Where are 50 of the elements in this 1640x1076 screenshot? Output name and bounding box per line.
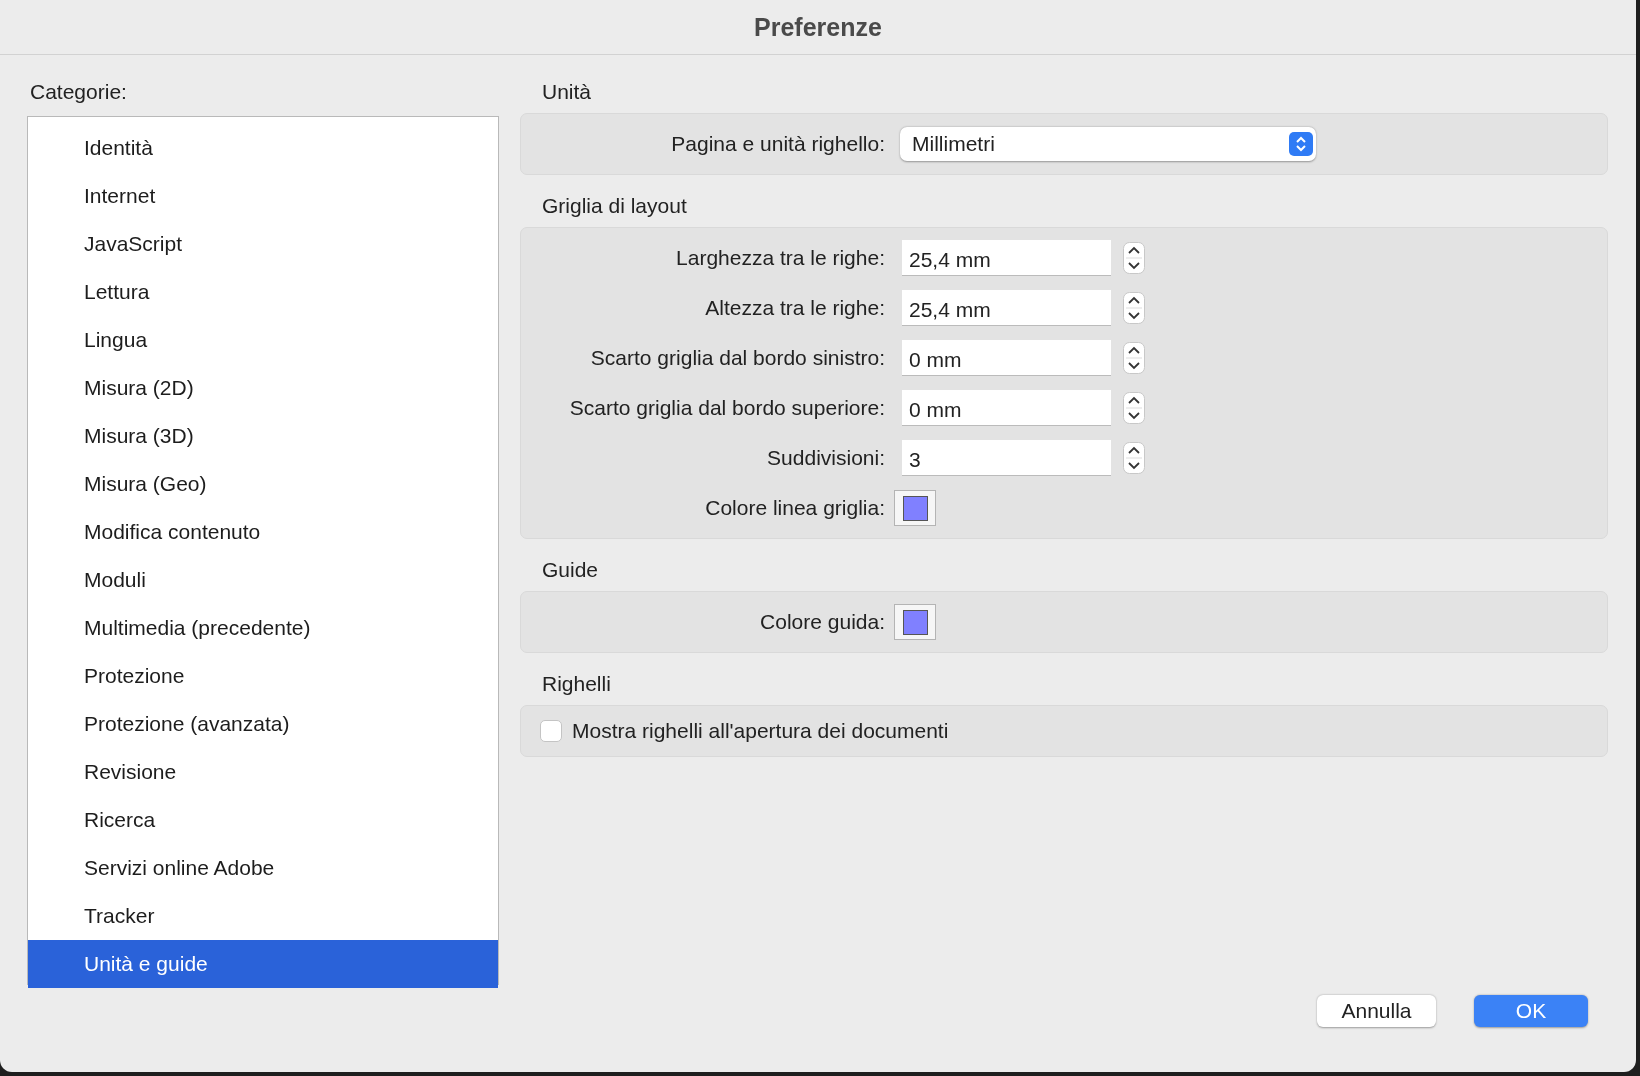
field-label: Larghezza tra le righe: <box>675 246 886 270</box>
category-item[interactable]: Moduli <box>28 556 498 604</box>
category-item[interactable]: Misura (2D) <box>28 364 498 412</box>
input-field[interactable]: 25,4 mm <box>902 290 1111 326</box>
category-item[interactable]: Misura (3D) <box>28 412 498 460</box>
category-item[interactable]: Internet <box>28 172 498 220</box>
category-item[interactable]: Ricerca <box>28 796 498 844</box>
checkbox-label: Mostra righelli all'apertura dei documenti <box>572 719 949 743</box>
chevron-up-down-icon <box>1289 132 1313 156</box>
section-title: Griglia di layout <box>541 193 688 219</box>
checkbox[interactable] <box>540 720 562 742</box>
stepper-control[interactable] <box>1123 242 1145 274</box>
color-well[interactable] <box>894 490 936 526</box>
category-item[interactable]: Servizi online Adobe <box>28 844 498 892</box>
window-title: Preferenze <box>754 12 882 42</box>
category-item[interactable]: Misura (Geo) <box>28 460 498 508</box>
field-label: Suddivisioni: <box>766 446 886 470</box>
field-label: Colore guida: <box>759 610 886 634</box>
color-well[interactable] <box>894 604 936 640</box>
field-label: Pagina e unità righello: <box>670 132 886 156</box>
ok-button[interactable]: OK <box>1474 995 1588 1027</box>
section-title: Righelli <box>541 671 612 697</box>
stepper-control[interactable] <box>1123 442 1145 474</box>
input-field[interactable]: 3 <box>902 440 1111 476</box>
field-label: Scarto griglia dal bordo superiore: <box>568 396 886 420</box>
input-field[interactable]: 0 mm <box>902 340 1111 376</box>
field-label: Altezza tra le righe: <box>704 296 886 320</box>
input-field[interactable]: 0 mm <box>902 390 1111 426</box>
cancel-button[interactable]: Annulla <box>1317 995 1436 1027</box>
category-item[interactable]: Lettura <box>28 268 498 316</box>
stepper-control[interactable] <box>1123 392 1145 424</box>
section-title: Guide <box>541 557 600 583</box>
category-item[interactable]: Multimedia (precedente) <box>28 604 498 652</box>
field-label: Scarto griglia dal bordo sinistro: <box>589 346 886 370</box>
category-item[interactable]: Unità e guide <box>28 940 498 988</box>
dropdown[interactable]: Millimetri <box>900 127 1316 161</box>
section-title: Unità <box>541 79 593 105</box>
category-item[interactable]: Protezione <box>28 652 498 700</box>
category-item[interactable]: Revisione <box>28 748 498 796</box>
category-item[interactable]: Protezione (avanzata) <box>28 700 498 748</box>
stepper-control[interactable] <box>1123 292 1145 324</box>
categories-label: Categorie: <box>29 79 128 105</box>
stepper-control[interactable] <box>1123 342 1145 374</box>
field-label: Colore linea griglia: <box>704 496 886 520</box>
category-item[interactable]: Tracker <box>28 892 498 940</box>
input-field[interactable]: 25,4 mm <box>902 240 1111 276</box>
category-item[interactable]: Lingua <box>28 316 498 364</box>
category-item[interactable]: Modifica contenuto <box>28 508 498 556</box>
category-item[interactable]: Identità <box>28 124 498 172</box>
category-item[interactable]: JavaScript <box>28 220 498 268</box>
